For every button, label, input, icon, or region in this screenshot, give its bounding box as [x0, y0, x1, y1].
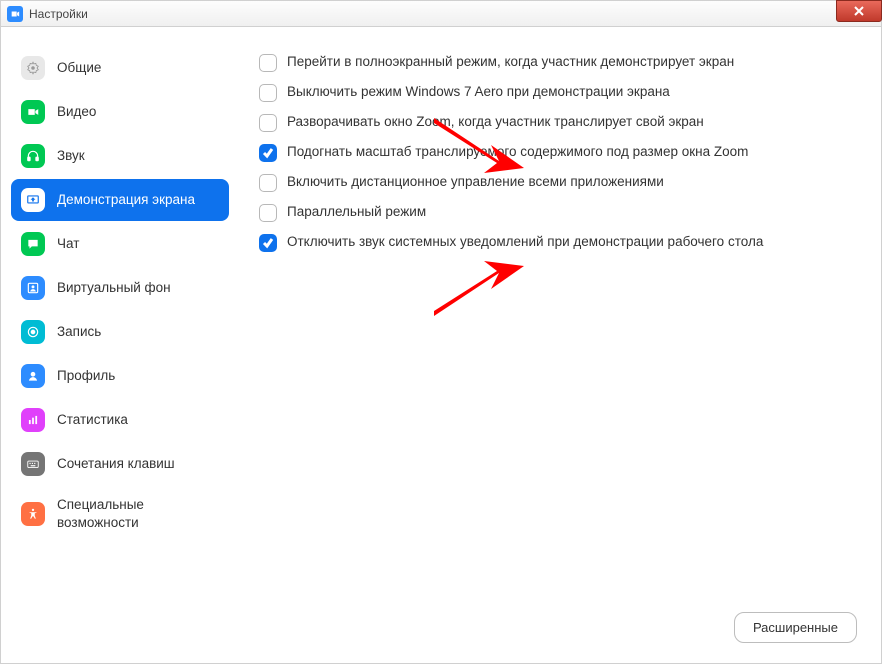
checkbox[interactable] — [259, 174, 277, 192]
chat-icon — [21, 232, 45, 256]
sidebar-item-recording[interactable]: Запись — [11, 311, 229, 353]
headphones-icon — [21, 144, 45, 168]
profile-icon — [21, 364, 45, 388]
sidebar-item-profile[interactable]: Профиль — [11, 355, 229, 397]
sidebar-item-keyboard-shortcuts[interactable]: Сочетания клавиш — [11, 443, 229, 485]
gear-icon — [21, 56, 45, 80]
sidebar-item-label: Виртуальный фон — [57, 279, 171, 297]
option-side-by-side[interactable]: Параллельный режим — [259, 203, 861, 222]
sidebar-item-label: Сочетания клавиш — [57, 455, 175, 473]
option-label: Разворачивать окно Zoom, когда участник … — [287, 113, 704, 132]
sidebar-item-label: Специальные возможности — [57, 496, 219, 531]
window-body: Общие Видео Звук Демонстрация экрана — [1, 27, 881, 663]
checkbox[interactable] — [259, 144, 277, 162]
checkbox[interactable] — [259, 114, 277, 132]
keyboard-icon — [21, 452, 45, 476]
option-label: Отключить звук системных уведомлений при… — [287, 233, 763, 252]
option-label: Включить дистанционное управление всеми … — [287, 173, 664, 192]
option-mute-notifications[interactable]: Отключить звук системных уведомлений при… — [259, 233, 861, 252]
window-title: Настройки — [29, 7, 88, 21]
accessibility-icon — [21, 502, 45, 526]
stats-icon — [21, 408, 45, 432]
sidebar-item-label: Звук — [57, 147, 85, 165]
virtual-background-icon — [21, 276, 45, 300]
sidebar-item-general[interactable]: Общие — [11, 47, 229, 89]
sidebar-item-video[interactable]: Видео — [11, 91, 229, 133]
app-icon — [7, 6, 23, 22]
sidebar-item-virtual-background[interactable]: Виртуальный фон — [11, 267, 229, 309]
options-list: Перейти в полноэкранный режим, когда уча… — [259, 53, 861, 252]
option-remote-control-all[interactable]: Включить дистанционное управление всеми … — [259, 173, 861, 192]
advanced-button[interactable]: Расширенные — [734, 612, 857, 643]
sidebar-item-audio[interactable]: Звук — [11, 135, 229, 177]
checkbox[interactable] — [259, 54, 277, 72]
content-pane: Перейти в полноэкранный режим, когда уча… — [239, 27, 881, 663]
annotation-arrow-icon — [429, 251, 524, 326]
checkbox[interactable] — [259, 84, 277, 102]
checkbox[interactable] — [259, 234, 277, 252]
record-icon — [21, 320, 45, 344]
sidebar-item-label: Статистика — [57, 411, 128, 429]
titlebar: Настройки — [1, 1, 881, 27]
option-maximize-on-share[interactable]: Разворачивать окно Zoom, когда участник … — [259, 113, 861, 132]
sidebar: Общие Видео Звук Демонстрация экрана — [1, 27, 239, 663]
sidebar-item-label: Демонстрация экрана — [57, 191, 195, 209]
sidebar-item-label: Профиль — [57, 367, 115, 385]
sidebar-item-accessibility[interactable]: Специальные возможности — [11, 487, 229, 540]
sidebar-item-label: Запись — [57, 323, 101, 341]
option-label: Перейти в полноэкранный режим, когда уча… — [287, 53, 734, 72]
option-disable-aero[interactable]: Выключить режим Windows 7 Aero при демон… — [259, 83, 861, 102]
video-icon — [21, 100, 45, 124]
sidebar-item-statistics[interactable]: Статистика — [11, 399, 229, 441]
sidebar-item-label: Чат — [57, 235, 79, 253]
sidebar-item-chat[interactable]: Чат — [11, 223, 229, 265]
option-fullscreen-on-share[interactable]: Перейти в полноэкранный режим, когда уча… — [259, 53, 861, 72]
sidebar-item-label: Видео — [57, 103, 96, 121]
share-screen-icon — [21, 188, 45, 212]
option-label: Подогнать масштаб транслируемого содержи… — [287, 143, 748, 162]
settings-window: Настройки Общие Видео З — [0, 0, 882, 664]
sidebar-item-label: Общие — [57, 59, 101, 77]
sidebar-item-share-screen[interactable]: Демонстрация экрана — [11, 179, 229, 221]
checkbox[interactable] — [259, 204, 277, 222]
option-label: Выключить режим Windows 7 Aero при демон… — [287, 83, 670, 102]
close-button[interactable] — [836, 0, 882, 22]
option-label: Параллельный режим — [287, 203, 426, 222]
option-scale-to-fit[interactable]: Подогнать масштаб транслируемого содержи… — [259, 143, 861, 162]
